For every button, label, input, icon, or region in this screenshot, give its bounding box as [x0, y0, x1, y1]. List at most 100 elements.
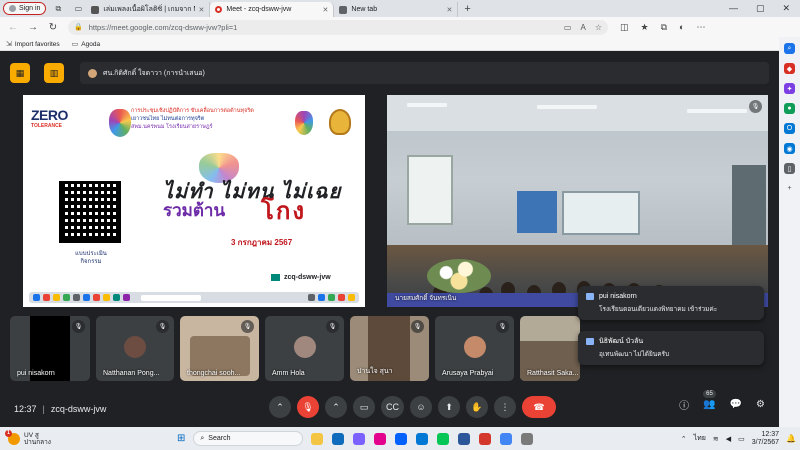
present-screen-button[interactable]: ⬆ [438, 396, 460, 418]
end-call-button[interactable]: ☎ [522, 396, 556, 418]
participant-tile[interactable]: 🎙 pui nisakorn [10, 316, 90, 381]
start-icon[interactable]: ⊞ [177, 433, 185, 444]
classroom-door [732, 165, 766, 245]
chat-notification[interactable]: นิธิพัฒน์ บัวลัน อุเทนพัฒนา ไม่ได้ยินครั… [578, 331, 764, 365]
new-tab-button[interactable]: + [464, 3, 470, 15]
tab-title: Meet - zcq-dsww-jvw [226, 6, 292, 13]
settings-icon[interactable] [521, 432, 534, 445]
games-icon[interactable]: ● [784, 103, 795, 114]
chat-icon[interactable]: 💬 [730, 399, 742, 410]
forward-icon[interactable]: → [26, 22, 40, 33]
people-button[interactable]: 65 👥 [703, 390, 716, 410]
presentation-tile[interactable]: ZERO TOLERANCE การประชุมเชิงปฏิบัติการ ข… [23, 95, 365, 307]
more-menu-icon[interactable]: ⋯ [696, 22, 705, 33]
favorite-import[interactable]: ⇲ Import favorites [6, 40, 60, 48]
pin-presentation-icon[interactable]: ▥ [44, 63, 64, 83]
refresh-icon[interactable]: ↻ [46, 22, 60, 33]
favorite-agoda[interactable]: ▭ Agoda [72, 40, 100, 48]
back-icon[interactable]: ← [6, 22, 20, 33]
close-window-icon[interactable]: ✕ [782, 3, 790, 14]
office-icon[interactable]: ◉ [784, 143, 795, 154]
edge-icon[interactable] [332, 432, 345, 445]
whiteboard [562, 191, 640, 235]
tab-meet[interactable]: Meet - zcq-dsww-jvw ✕ [0, 2, 335, 59]
signin-button[interactable]: Sign in [3, 2, 47, 15]
file-explorer-icon[interactable] [311, 432, 324, 445]
favorite-star-icon[interactable]: ☆ [595, 23, 602, 32]
taskbar-search[interactable]: ⌕ Search [193, 431, 304, 446]
meeting-details-icon[interactable]: ⓘ [679, 397, 689, 412]
presenter-chip[interactable]: ศน.กิติศักดิ์ ใจดาวา (การนำเสนอ) [80, 62, 769, 84]
tab-actions-icon[interactable]: ▭ [70, 2, 86, 15]
more-options-button[interactable]: ⋮ [494, 396, 516, 418]
minimize-icon[interactable]: — [729, 3, 738, 14]
emoji-reaction-button[interactable]: ☺ [410, 396, 432, 418]
dropbox-icon[interactable] [395, 432, 408, 445]
phone-icon[interactable]: ▯ [784, 163, 795, 174]
layout-icon[interactable]: ▦ [10, 63, 30, 83]
language-indicator[interactable]: ไทย [694, 433, 706, 444]
favorites-icon[interactable]: ★ [641, 22, 649, 33]
clock-date: 3/7/2567 [751, 438, 780, 446]
participant-tile[interactable]: Ratthasit Saka... [520, 316, 580, 381]
outlook-icon[interactable]: O [784, 123, 795, 134]
close-tab-icon[interactable]: ✕ [447, 6, 453, 14]
mic-options-icon[interactable]: ⌃ [269, 396, 291, 418]
mic-off-button[interactable]: 🎙 [297, 396, 319, 418]
close-tab-icon[interactable]: ✕ [199, 6, 205, 14]
chat-message: โรงเรียนดอนเดียวแดงพิทยาคม เข้าร่วมค่ะ [599, 306, 718, 313]
battery-icon[interactable]: ▭ [738, 435, 745, 443]
shopping-icon[interactable]: ◆ [784, 63, 795, 74]
acrobat-icon[interactable] [479, 432, 492, 445]
wifi-icon[interactable]: ≋ [713, 435, 719, 443]
close-tab-icon[interactable]: ✕ [323, 6, 329, 14]
taskbar-clock[interactable]: 12:37 3/7/2567 [752, 431, 779, 447]
word-icon[interactable] [458, 432, 471, 445]
lock-icon[interactable]: 🔒 [74, 23, 83, 31]
participant-tile[interactable]: 🎙 ปานใจ สุนา [350, 316, 429, 381]
classroom-window [407, 155, 453, 225]
camera-in-use-icon[interactable]: ▭ [564, 23, 572, 32]
import-icon: ⇲ [6, 40, 12, 48]
page-icon: ▭ [71, 40, 79, 48]
teams-icon[interactable] [353, 432, 366, 445]
activities-icon[interactable]: ⚙ [756, 399, 765, 410]
tools-icon[interactable]: ✦ [784, 83, 795, 94]
read-aloud-icon[interactable]: A [580, 23, 585, 32]
camera-options-icon[interactable]: ⌃ [325, 396, 347, 418]
tray-chevron-icon[interactable]: ⌃ [681, 435, 687, 443]
captions-button[interactable]: CC [381, 396, 404, 418]
add-sidebar-icon[interactable]: + [784, 183, 795, 194]
split-screen-icon[interactable]: ◫ [620, 22, 629, 33]
notification-badge: 1 [5, 429, 12, 437]
tab-document[interactable]: เล่มเพลงเนื้อผิโลติซิ่ | เกมจาก Micr ✕ [86, 2, 211, 17]
speaker-tile[interactable]: นายสมศักดิ์ จันทรเนิน 🎙 [387, 95, 768, 307]
mic-muted-icon: 🎙 [496, 320, 509, 333]
weather-widget[interactable]: 1 UV สู ปานกลาง [5, 429, 51, 446]
maximize-icon[interactable]: ▢ [756, 3, 765, 14]
collections-icon[interactable]: ⧉ [661, 22, 667, 33]
participant-tile[interactable]: 🎙 Natthanan Pong... [96, 316, 174, 381]
participant-tile[interactable]: 🎙 Amm Hola [265, 316, 344, 381]
raise-hand-button[interactable]: ✋ [466, 396, 488, 418]
participant-avatar [293, 336, 316, 358]
volume-icon[interactable]: ◀ [726, 435, 731, 443]
participant-tile[interactable]: 🎙 thongchai sooh... [180, 316, 259, 381]
notifications-icon[interactable]: 🔔 [786, 434, 796, 443]
amazon-icon[interactable] [374, 432, 387, 445]
search-sidebar-icon[interactable]: ⌕ [784, 43, 795, 54]
profile-icon [9, 5, 16, 12]
tab-newtab[interactable]: New tab ✕ [334, 2, 459, 17]
clock-time: 12:37 [761, 430, 780, 438]
outlook-icon[interactable] [416, 432, 429, 445]
headline-line: การประชุมเชิงปฏิบัติการ ขับเคลื่อนการต่อ… [131, 108, 254, 114]
copilot-icon[interactable]: ◐ [679, 22, 684, 33]
line-icon[interactable] [437, 432, 450, 445]
url-input[interactable]: 🔒 https://meet.google.com/zcq-dsww-jvw?p… [68, 19, 608, 35]
search-icon: ⌕ [200, 434, 205, 442]
participant-tile[interactable]: 🎙 Arusaya Prabyai [435, 316, 514, 381]
camera-button[interactable]: ▭ [353, 396, 375, 418]
chat-notification[interactable]: pui nisakorn โรงเรียนดอนเดียวแดงพิทยาคม … [578, 286, 764, 320]
chrome-icon[interactable] [500, 432, 513, 445]
workspaces-icon[interactable]: ⧉ [50, 2, 66, 15]
